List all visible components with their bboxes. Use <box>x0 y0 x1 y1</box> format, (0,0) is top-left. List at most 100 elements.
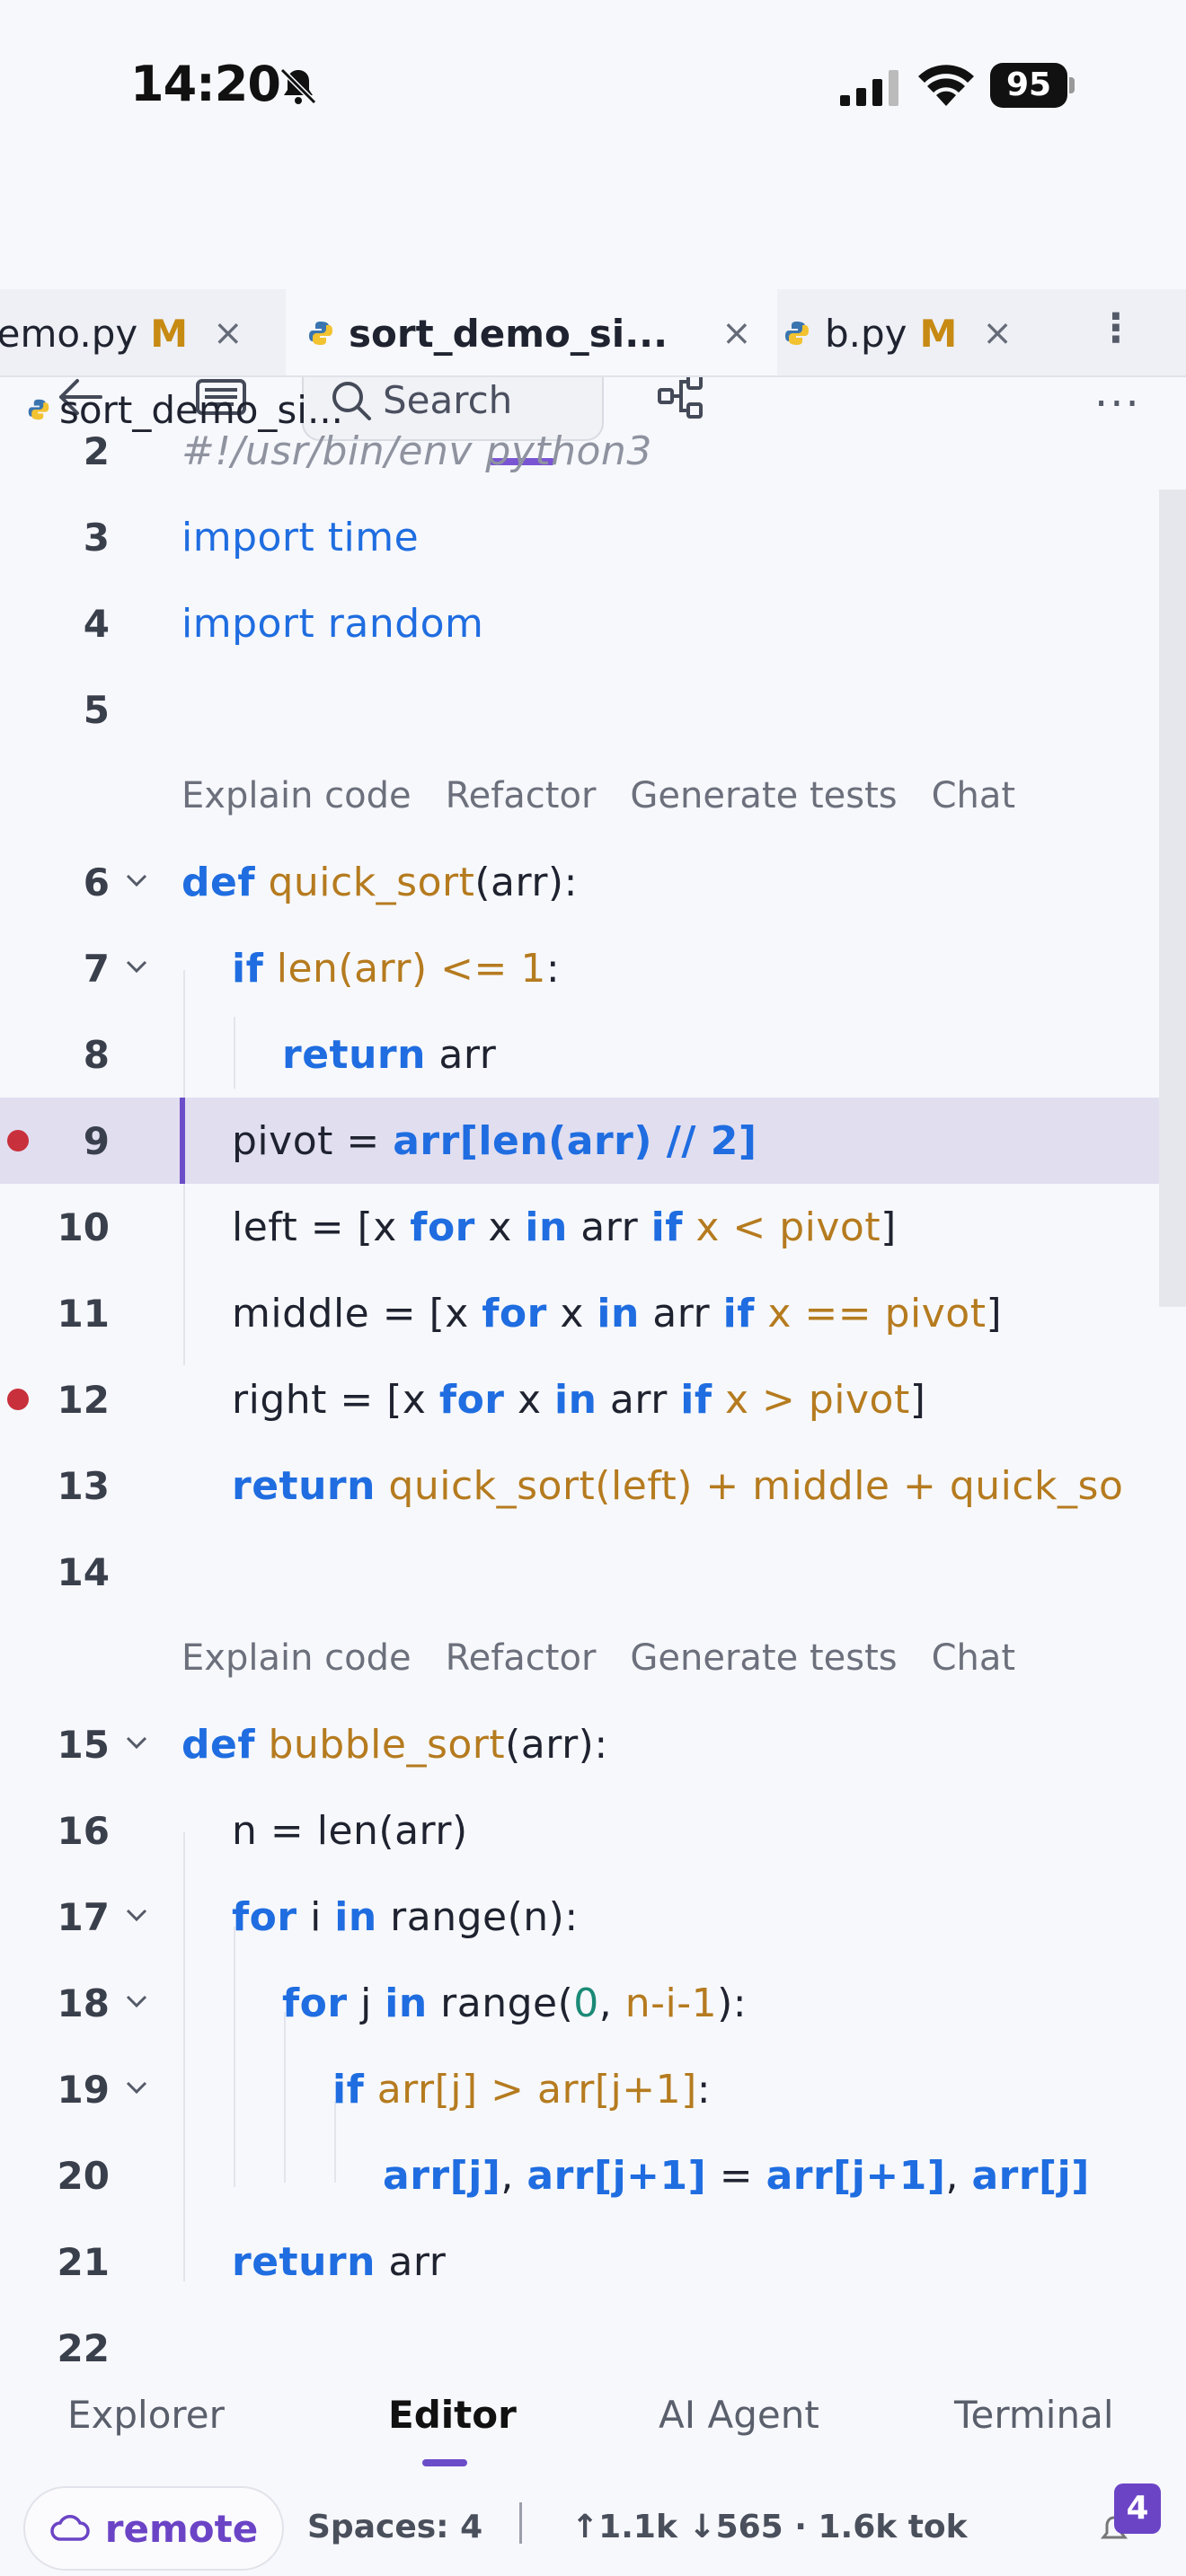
remote-connection-button[interactable]: remote <box>23 2486 284 2571</box>
explain-code-action[interactable]: Explain code <box>181 1637 412 1679</box>
line-content: for j in range(0, n-i-1): <box>282 1981 747 2026</box>
token: range(n): <box>376 1893 579 1940</box>
token: quick_sort(left) + middle + quick_so <box>375 1462 1124 1509</box>
line-number: 10 <box>57 1204 110 1249</box>
token: x > pivot <box>712 1376 910 1423</box>
token: x < pivot <box>682 1204 881 1250</box>
fold-chevron-icon[interactable] <box>124 957 149 975</box>
notification-badge[interactable]: 4 <box>1114 2483 1161 2534</box>
nav-ai-agent[interactable]: AI Agent <box>659 2393 819 2437</box>
chat-action[interactable]: Chat <box>932 1637 1015 1679</box>
token: arr[j] <box>971 2152 1090 2199</box>
token: if <box>651 1204 683 1250</box>
tab-close-icon[interactable]: × <box>213 313 243 354</box>
line-number: 13 <box>57 1463 110 1508</box>
fold-chevron-icon[interactable] <box>124 2078 149 2096</box>
fold-chevron-icon[interactable] <box>124 1992 149 2010</box>
clock: 14:20 <box>130 56 281 112</box>
code-line[interactable]: 7 if len(arr) <= 1: <box>0 925 1186 1011</box>
line-number: 2 <box>83 431 110 473</box>
tab-close-icon[interactable]: × <box>721 313 752 354</box>
fold-chevron-icon[interactable] <box>124 871 149 889</box>
token: ): <box>717 1980 748 2026</box>
token: (arr): <box>474 859 578 905</box>
tabs-overflow-menu-icon[interactable]: ⋮ <box>1096 305 1136 351</box>
code-line[interactable]: 21 return arr <box>0 2219 1186 2305</box>
token: for <box>482 1290 547 1337</box>
token: arr[len(arr) // 2] <box>393 1117 757 1164</box>
tab-b-py[interactable]: b.py M × <box>783 289 1013 375</box>
nav-explorer[interactable]: Explorer <box>67 2393 225 2437</box>
breadcrumb[interactable]: sort_demo_si... <box>27 384 343 435</box>
source-control-graph-icon[interactable] <box>654 370 708 424</box>
token: in <box>385 1980 428 2026</box>
tab-sort-demo[interactable]: sort_demo_si... × <box>286 289 777 375</box>
chat-action[interactable]: Chat <box>932 775 1015 816</box>
more-options-icon[interactable]: ··· <box>1094 379 1141 429</box>
codelens-actions: Explain code Refactor Generate tests Cha… <box>181 775 1015 816</box>
code-line[interactable]: 4 import random <box>0 580 1186 666</box>
nav-editor[interactable]: Editor <box>388 2393 517 2437</box>
battery-level: 95 <box>990 63 1067 108</box>
search-input[interactable] <box>383 375 589 425</box>
line-number: 21 <box>57 2239 110 2284</box>
line-number: 19 <box>57 2067 110 2112</box>
code-line[interactable]: 3 import time <box>0 494 1186 580</box>
token: if <box>680 1376 712 1423</box>
code-line[interactable]: 16 n = len(arr) <box>0 1787 1186 1874</box>
code-line[interactable]: 18 for j in range(0, n-i-1): <box>0 1960 1186 2046</box>
code-editor[interactable]: 2 #!/usr/bin/env python3 3 import time 4… <box>0 431 1186 2371</box>
code-line[interactable]: 8 return arr <box>0 1011 1186 1098</box>
codelens-row: Explain code Refactor Generate tests Cha… <box>0 753 1186 839</box>
line-content: return arr <box>232 2239 446 2285</box>
code-line[interactable]: 6 def quick_sort(arr): <box>0 839 1186 925</box>
wifi-icon <box>918 65 974 106</box>
line-number: 5 <box>83 687 110 732</box>
code-line[interactable]: 11 middle = [x for x in arr if x == pivo… <box>0 1270 1186 1356</box>
line-number: 12 <box>57 1377 110 1422</box>
refactor-action[interactable]: Refactor <box>446 775 597 816</box>
tab-demo-py[interactable]: demo.py M × <box>0 289 243 375</box>
line-content: pivot = arr[len(arr) // 2] <box>232 1118 757 1164</box>
code-line[interactable]: 15 def bubble_sort(arr): <box>0 1701 1186 1787</box>
code-line[interactable]: 10 left = [x for x in arr if x < pivot] <box>0 1184 1186 1270</box>
generate-tests-action[interactable]: Generate tests <box>630 775 897 816</box>
code-line[interactable]: 13 return quick_sort(left) + middle + qu… <box>0 1442 1186 1529</box>
token: for <box>282 1980 348 2026</box>
code-line[interactable]: 5 <box>0 666 1186 753</box>
code-line-current[interactable]: 9 pivot = arr[len(arr) // 2] <box>0 1098 1186 1184</box>
token: n-i-1 <box>624 1980 718 2026</box>
token: range( <box>427 1980 574 2026</box>
token: in <box>554 1376 597 1423</box>
tab-close-icon[interactable]: × <box>982 313 1013 354</box>
indent-setting[interactable]: Spaces: 4 <box>307 2509 482 2545</box>
tab-modified-marker: M <box>919 311 958 356</box>
code-line[interactable]: 12 right = [x for x in arr if x > pivot] <box>0 1356 1186 1442</box>
generate-tests-action[interactable]: Generate tests <box>630 1637 897 1679</box>
token: #!/usr/bin/env python3 <box>181 431 652 474</box>
code-line[interactable]: 19 if arr[j] > arr[j+1]: <box>0 2046 1186 2132</box>
code-line[interactable]: 14 <box>0 1529 1186 1615</box>
code-line[interactable]: 2 #!/usr/bin/env python3 <box>0 431 1186 494</box>
token: x <box>504 1376 555 1423</box>
code-line[interactable]: 20 arr[j], arr[j+1] = arr[j+1], arr[j] <box>0 2132 1186 2219</box>
nav-terminal[interactable]: Terminal <box>954 2393 1114 2437</box>
line-number: 22 <box>57 2325 110 2370</box>
token: , <box>598 1980 625 2026</box>
token: ] <box>986 1290 1003 1337</box>
line-content: if len(arr) <= 1: <box>232 946 560 992</box>
fold-chevron-icon[interactable] <box>124 1906 149 1924</box>
code-line[interactable]: 17 for i in range(n): <box>0 1874 1186 1960</box>
remote-label: remote <box>104 2506 259 2551</box>
token: in <box>597 1290 640 1337</box>
line-number: 16 <box>57 1808 110 1853</box>
fold-chevron-icon[interactable] <box>124 1734 149 1751</box>
code-line[interactable]: 22 <box>0 2305 1186 2371</box>
token: if <box>722 1290 755 1337</box>
explain-code-action[interactable]: Explain code <box>181 775 412 816</box>
line-number: 17 <box>57 1894 110 1939</box>
line-content: import random <box>181 601 483 647</box>
editor-scrollbar[interactable] <box>1159 490 1186 1307</box>
nav-active-indicator <box>422 2459 467 2466</box>
refactor-action[interactable]: Refactor <box>446 1637 597 1679</box>
